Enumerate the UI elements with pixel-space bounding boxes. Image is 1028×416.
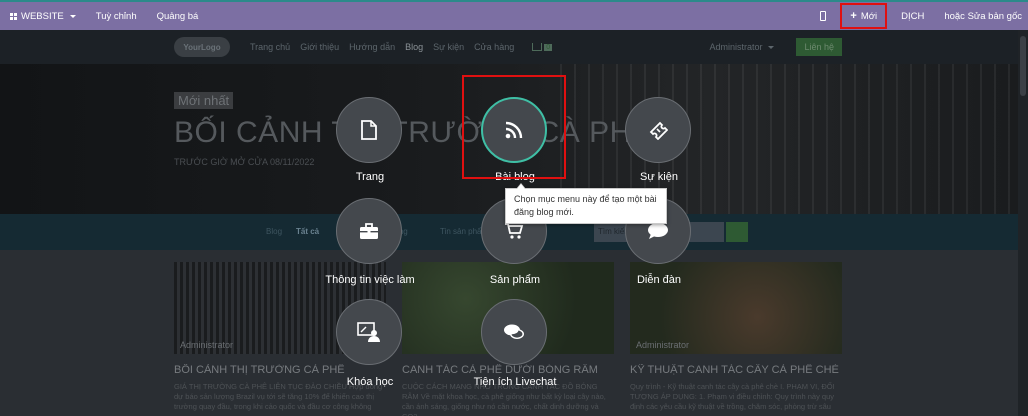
option-event-circle[interactable] xyxy=(625,97,691,163)
mobile-preview-button[interactable] xyxy=(810,11,836,21)
option-product-label: Sản phẩm xyxy=(489,274,541,286)
nav-links: Trang chủ Giới thiệu Hướng dẫn Blog Sự k… xyxy=(250,42,514,52)
nav-link-guide[interactable]: Hướng dẫn xyxy=(349,42,395,52)
option-event-label: Sự kiện xyxy=(640,171,678,183)
hero-title[interactable]: BỐI CẢNH THỊ TRƯỜNG CÀ PHÊ xyxy=(174,116,652,150)
site-logo[interactable]: YourLogo xyxy=(174,37,230,57)
promote-menu[interactable]: Quảng bá xyxy=(147,11,209,22)
cart-icon xyxy=(505,223,524,239)
contact-button[interactable]: Liên hệ xyxy=(796,38,842,56)
filter-all[interactable]: Tất cả xyxy=(296,227,319,236)
website-menu[interactable]: WEBSITE xyxy=(0,11,86,22)
user-menu[interactable]: Administrator xyxy=(709,42,775,52)
site-navbar: YourLogo Trang chủ Giới thiệu Hướng dẫn … xyxy=(0,30,1018,64)
option-livechat-circle[interactable] xyxy=(481,299,547,365)
option-job-circle[interactable] xyxy=(336,198,402,264)
post-author: Administrator xyxy=(636,340,690,350)
post-title[interactable]: BỐI CẢNH THỊ TRƯỜNG CÀ PHÊ xyxy=(174,364,386,376)
apps-grid-icon xyxy=(10,12,17,20)
user-name: Administrator xyxy=(709,42,763,52)
option-livechat-label: Tiện ích Livechat xyxy=(473,376,557,388)
option-page-label: Trang xyxy=(355,171,385,183)
cart-icon[interactable] xyxy=(532,43,543,51)
option-job-label: Thông tin việc làm xyxy=(325,274,415,286)
plus-icon: + xyxy=(850,10,857,22)
comments-icon xyxy=(504,324,524,339)
briefcase-icon xyxy=(360,223,378,239)
nav-link-about[interactable]: Giới thiệu xyxy=(300,42,339,52)
option-page-circle[interactable] xyxy=(336,97,402,163)
page-scrollbar[interactable] xyxy=(1018,30,1028,416)
nav-link-events[interactable]: Sự kiện xyxy=(433,42,464,52)
search-button[interactable] xyxy=(726,222,748,242)
post-excerpt: Quy trình - Kỹ thuật canh tác cây cà phê… xyxy=(630,382,835,411)
nav-link-shop[interactable]: Cửa hàng xyxy=(474,42,514,52)
hero-subtitle: TRƯỚC GIỜ MỞ CỬA 08/11/2022 xyxy=(174,157,315,167)
option-course-circle[interactable] xyxy=(336,299,402,365)
customize-menu[interactable]: Tuỳ chỉnh xyxy=(86,11,147,22)
new-content-label: Mới xyxy=(860,10,878,22)
blog-breadcrumb[interactable]: Blog xyxy=(266,227,282,236)
ticket-icon xyxy=(649,121,668,140)
website-menu-label: WEBSITE xyxy=(21,10,64,22)
edit-original-link[interactable]: hoặc Sửa bản gốc xyxy=(934,11,1028,22)
chevron-down-icon xyxy=(69,14,76,18)
course-icon xyxy=(357,322,380,342)
translate-button[interactable]: DỊCH xyxy=(891,11,934,22)
file-icon xyxy=(361,120,377,140)
nav-link-home[interactable]: Trang chủ xyxy=(250,42,290,52)
mobile-icon xyxy=(820,11,827,21)
post-author: Administrator xyxy=(180,340,234,350)
option-course-label: Khóa học xyxy=(346,376,394,388)
nav-link-blog[interactable]: Blog xyxy=(405,42,423,52)
screen: WEBSITE Tuỳ chỉnh Quảng bá + Mới DỊCH ho… xyxy=(0,0,1028,416)
chevron-down-icon xyxy=(768,45,775,49)
option-forum-label: Diễn đàn xyxy=(636,274,682,286)
post-title[interactable]: KỸ THUẬT CANH TÁC CÂY CÀ PHÊ CHÈ xyxy=(630,364,842,376)
new-content-button[interactable]: + Mới xyxy=(840,3,888,29)
latest-badge: Mới nhất xyxy=(174,92,234,109)
post-title[interactable]: CANH TÁC CÀ PHÊ DƯỚI BÓNG RÂM xyxy=(402,364,614,376)
editor-topbar: WEBSITE Tuỳ chỉnh Quảng bá + Mới DỊCH ho… xyxy=(0,0,1028,30)
blog-post-tooltip: Chọn mục menu này để tạo một bài đăng bl… xyxy=(505,183,667,224)
highlight-box xyxy=(462,75,566,179)
cart-count-badge: 0 xyxy=(544,43,553,51)
comment-icon xyxy=(648,223,668,239)
